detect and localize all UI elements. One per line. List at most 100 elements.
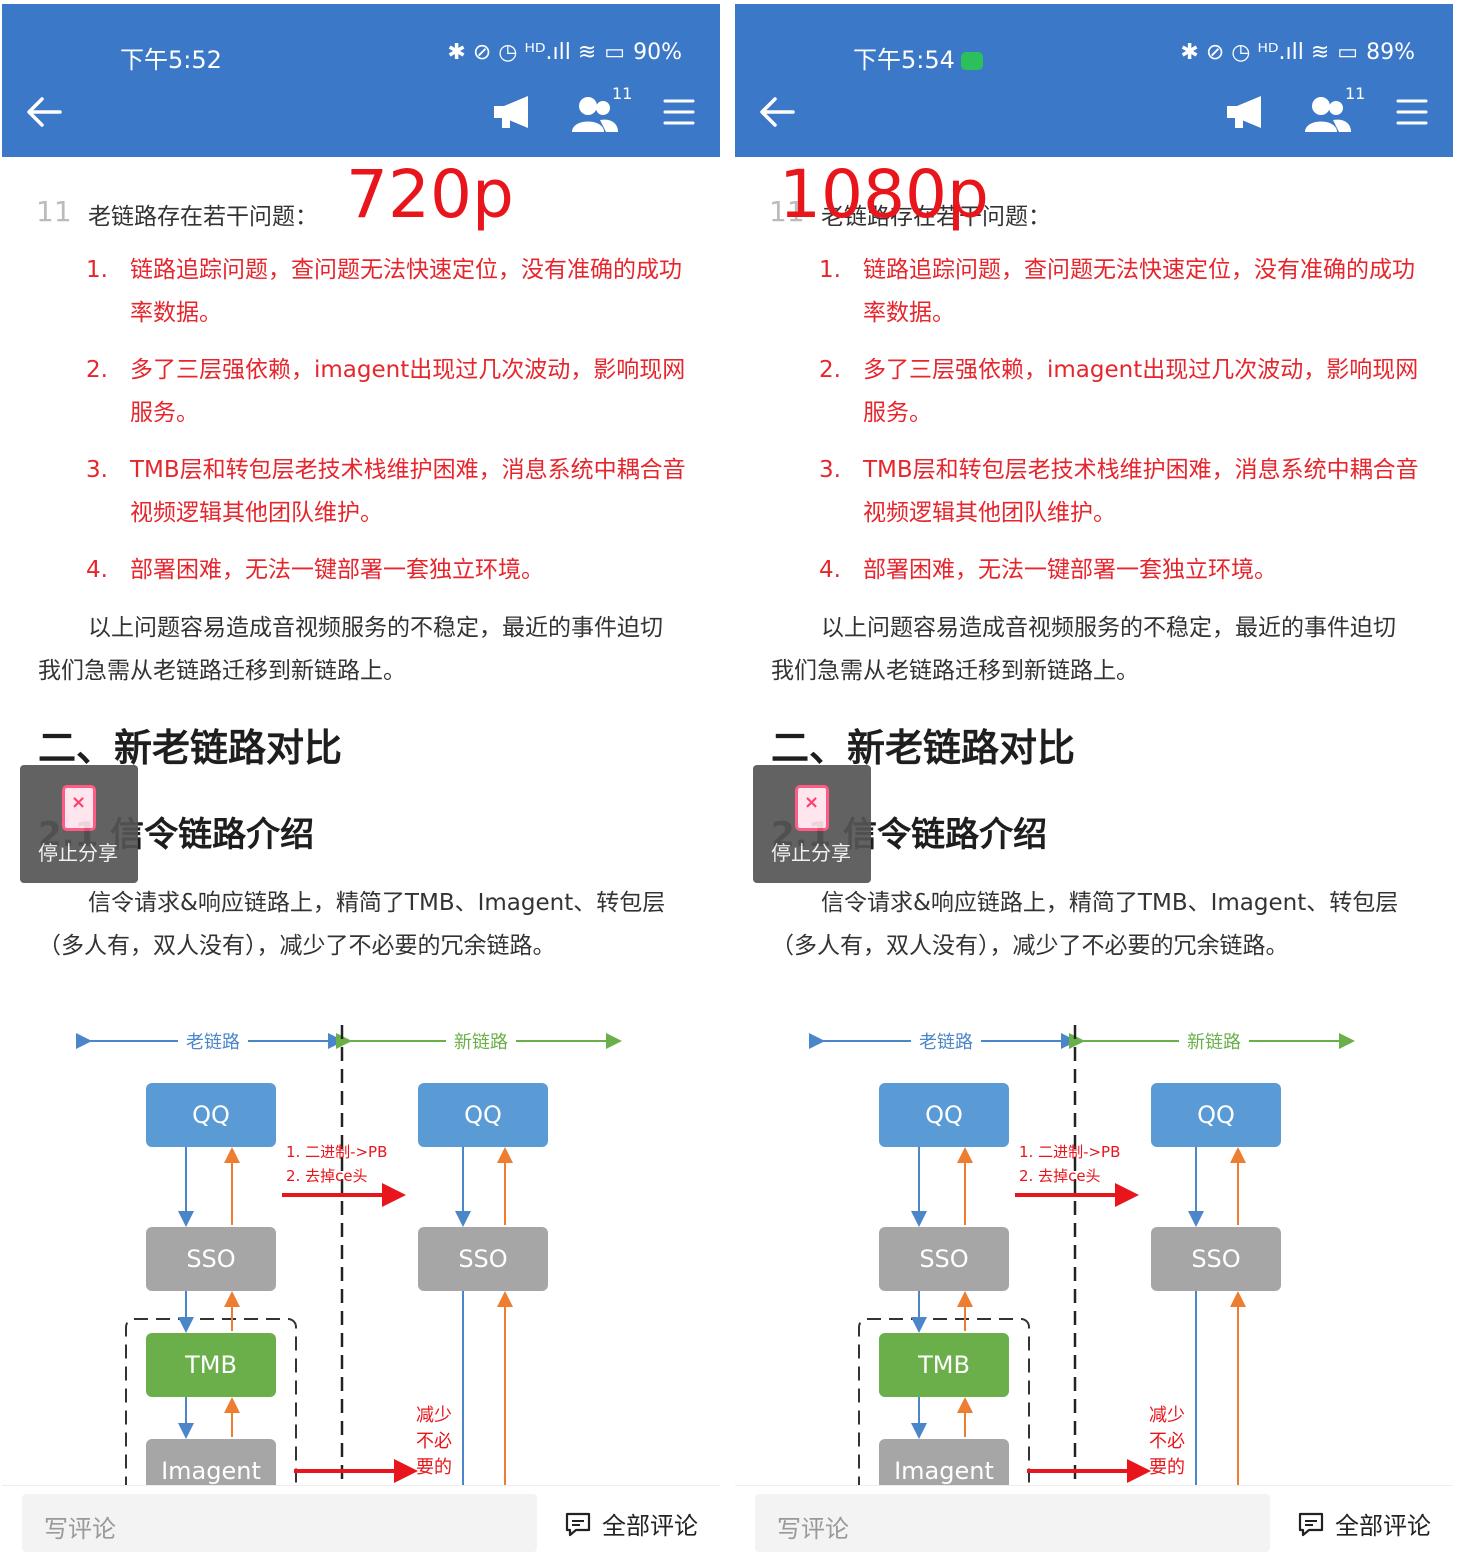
reduce-note-line-1: 减少	[1149, 1405, 1185, 1426]
list-number: 4.	[819, 557, 841, 583]
comment-icon	[565, 1512, 591, 1536]
list-text: 链路追踪问题，查问题无法快速定位，没有准确的成功率数据。	[130, 257, 682, 326]
reduce-note-line-2: 不必	[416, 1431, 452, 1452]
app-bar: 下午5:52 ✱ ⊘ ◷ ᴴᴰ.ıll ≋ ▭ 90% 11	[2, 4, 720, 157]
summary-paragraph: 以上问题容易造成音视频服务的不稳定，最近的事件迫切我们急需从老链路迁移到新链路上…	[38, 615, 663, 684]
back-arrow-icon[interactable]	[757, 92, 797, 132]
all-comments-button[interactable]: 全部评论	[1297, 1506, 1431, 1541]
phone-screenshot-720p: 下午5:52 ✱ ⊘ ◷ ᴴᴰ.ıll ≋ ▭ 90% 11 720p 11 老…	[2, 4, 720, 1561]
conversion-note-2: 2. 去掉ce头	[1019, 1167, 1101, 1185]
list-number: 1.	[819, 257, 841, 283]
battery-icon: ▭	[1337, 40, 1359, 65]
list-item: 1. 链路追踪问题，查问题无法快速定位，没有准确的成功率数据。	[86, 249, 686, 335]
resolution-overlay-label: 1080p	[779, 156, 989, 233]
list-item: 3. TMB层和转包层老技术栈维护困难，消息系统中耦合音视频逻辑其他团队维护。	[86, 449, 686, 535]
old-link-label: 老链路	[919, 1032, 973, 1053]
tmb-label: TMB	[917, 1351, 970, 1379]
list-number: 2.	[86, 357, 108, 383]
old-link-label: 老链路	[186, 1032, 240, 1053]
list-text: 多了三层强依赖，imagent出现过几次波动，影响现网服务。	[863, 357, 1419, 426]
all-comments-label: 全部评论	[602, 1512, 698, 1540]
bottom-comment-bar: 写评论 全部评论	[2, 1485, 720, 1561]
old-sso-label: SSO	[186, 1245, 235, 1273]
intro-text: 老链路存在若干问题：	[88, 204, 318, 230]
status-time-text: 下午5:54	[853, 46, 955, 74]
new-link-label: 新链路	[1187, 1032, 1241, 1053]
list-number: 1.	[86, 257, 108, 283]
tmb-label: TMB	[184, 1351, 237, 1379]
reduce-note-line-3: 要的	[1149, 1457, 1185, 1478]
comment-placeholder: 写评论	[777, 1515, 849, 1543]
resolution-overlay-label: 720p	[346, 156, 514, 233]
list-item: 3. TMB层和转包层老技术栈维护困难，消息系统中耦合音视频逻辑其他团队维护。	[819, 449, 1419, 535]
wechat-notification-icon	[960, 52, 983, 70]
conversion-note-2: 2. 去掉ce头	[286, 1167, 368, 1185]
list-item: 4. 部署困难，无法一键部署一套独立环境。	[819, 549, 1419, 592]
subsection-paragraph: 信令请求&响应链路上，精简了TMB、Imagent、转包层（多人有，双人没有），…	[771, 890, 1399, 959]
link-comparison-diagram: 老链路 新链路 QQ SSO TMB Imagent 1. 二进制->PB 2.…	[809, 1025, 1355, 1497]
battery-level: 90%	[633, 40, 682, 65]
status-indicators: ✱ ⊘ ◷ ᴴᴰ.ıll ≋	[1180, 40, 1330, 65]
list-text: 多了三层强依赖，imagent出现过几次波动，影响现网服务。	[130, 357, 686, 426]
stop-share-label: 停止分享	[38, 841, 118, 865]
stop-share-phone-icon	[795, 785, 829, 831]
status-icons: ✱ ⊘ ◷ ᴴᴰ.ıll ≋ ▭ 90%	[447, 40, 682, 65]
back-arrow-icon[interactable]	[24, 92, 64, 132]
comment-icon	[1298, 1512, 1324, 1536]
reduce-note-line-1: 减少	[416, 1405, 452, 1426]
battery-icon: ▭	[604, 40, 626, 65]
comment-placeholder: 写评论	[44, 1515, 116, 1543]
app-bar: 下午5:54 ✱ ⊘ ◷ ᴴᴰ.ıll ≋ ▭ 89% 11	[735, 4, 1453, 157]
megaphone-icon[interactable]	[490, 92, 534, 132]
group-member-count: 11	[612, 84, 633, 103]
all-comments-label: 全部评论	[1335, 1512, 1431, 1540]
list-number: 3.	[819, 457, 841, 483]
menu-icon[interactable]	[662, 92, 696, 132]
imagent-label: Imagent	[161, 1457, 261, 1485]
menu-icon[interactable]	[1395, 92, 1429, 132]
comment-input[interactable]: 写评论	[22, 1494, 537, 1552]
summary-paragraph: 以上问题容易造成音视频服务的不稳定，最近的事件迫切我们急需从老链路迁移到新链路上…	[771, 615, 1396, 684]
phone-screenshot-1080p: 下午5:54 ✱ ⊘ ◷ ᴴᴰ.ıll ≋ ▭ 89% 11 1080p 11 …	[735, 4, 1453, 1561]
status-time: 下午5:54	[853, 40, 983, 75]
list-number: 4.	[86, 557, 108, 583]
new-link-label: 新链路	[454, 1032, 508, 1053]
bottom-comment-bar: 写评论 全部评论	[735, 1485, 1453, 1561]
paragraph-number: 11	[36, 195, 72, 228]
list-text: TMB层和转包层老技术栈维护困难，消息系统中耦合音视频逻辑其他团队维护。	[130, 457, 686, 526]
old-sso-label: SSO	[919, 1245, 968, 1273]
section-heading: 二、新老链路对比	[38, 726, 343, 770]
conversion-note-1: 1. 二进制->PB	[286, 1143, 387, 1161]
subsection-paragraph: 信令请求&响应链路上，精简了TMB、Imagent、转包层（多人有，双人没有），…	[38, 890, 666, 959]
problem-list: 1. 链路追踪问题，查问题无法快速定位，没有准确的成功率数据。 2. 多了三层强依赖…	[86, 249, 686, 606]
stop-share-button[interactable]: 停止分享	[753, 765, 871, 883]
status-time: 下午5:52	[120, 46, 222, 74]
imagent-label: Imagent	[894, 1457, 994, 1485]
stop-share-button[interactable]: 停止分享	[20, 765, 138, 883]
reduce-note-line-3: 要的	[416, 1457, 452, 1478]
stop-share-label: 停止分享	[771, 841, 851, 865]
conversion-note-1: 1. 二进制->PB	[1019, 1143, 1120, 1161]
status-indicators: ✱ ⊘ ◷ ᴴᴰ.ıll ≋	[447, 40, 597, 65]
list-number: 3.	[86, 457, 108, 483]
comment-input[interactable]: 写评论	[755, 1494, 1270, 1552]
list-item: 4. 部署困难，无法一键部署一套独立环境。	[86, 549, 686, 592]
megaphone-icon[interactable]	[1223, 92, 1267, 132]
battery-level: 89%	[1366, 40, 1415, 65]
list-item: 2. 多了三层强依赖，imagent出现过几次波动，影响现网服务。	[819, 349, 1419, 435]
link-comparison-diagram: 老链路 新链路 QQ SSO TMB Imagent 1. 二进制->PB 2.…	[76, 1025, 622, 1497]
new-qq-label: QQ	[1197, 1101, 1235, 1129]
list-number: 2.	[819, 357, 841, 383]
old-qq-label: QQ	[925, 1101, 963, 1129]
new-sso-label: SSO	[1191, 1245, 1240, 1273]
old-qq-label: QQ	[192, 1101, 230, 1129]
list-text: 部署困难，无法一键部署一套独立环境。	[863, 557, 1277, 583]
new-qq-label: QQ	[464, 1101, 502, 1129]
reduce-note-line-2: 不必	[1149, 1431, 1185, 1452]
problem-list: 1. 链路追踪问题，查问题无法快速定位，没有准确的成功率数据。 2. 多了三层强依赖…	[819, 249, 1419, 606]
list-text: 部署困难，无法一键部署一套独立环境。	[130, 557, 544, 583]
stop-share-phone-icon	[62, 785, 96, 831]
list-item: 2. 多了三层强依赖，imagent出现过几次波动，影响现网服务。	[86, 349, 686, 435]
list-item: 1. 链路追踪问题，查问题无法快速定位，没有准确的成功率数据。	[819, 249, 1419, 335]
all-comments-button[interactable]: 全部评论	[564, 1506, 698, 1541]
